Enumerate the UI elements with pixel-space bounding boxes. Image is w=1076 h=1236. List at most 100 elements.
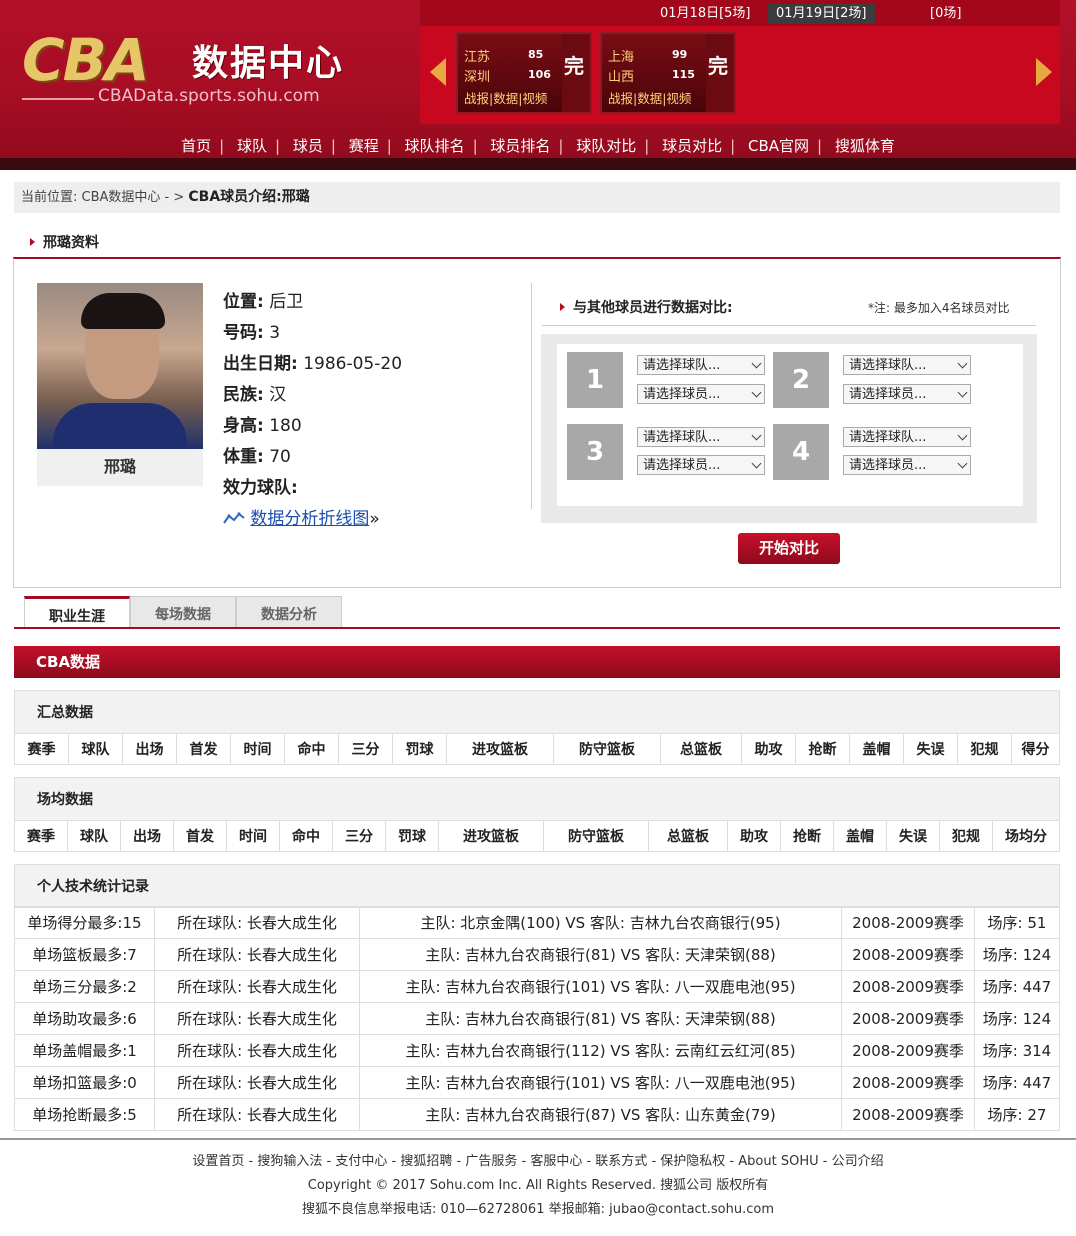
tab-per-game[interactable]: 每场数据 xyxy=(130,596,236,628)
footer-link[interactable]: 广告服务 xyxy=(465,1154,517,1169)
chevron-down-icon xyxy=(751,387,762,398)
footer-link[interactable]: 支付中心 xyxy=(335,1154,387,1169)
logo-cba-text: CBA xyxy=(22,26,150,94)
nav-schedule[interactable]: 赛程 xyxy=(349,137,379,155)
info-position: 位置: 后卫 xyxy=(223,287,402,318)
average-header-table: 赛季 球队 出场 首发 时间 命中 三分 罚球 进攻篮板 防守篮板 总篮板 助攻… xyxy=(14,820,1060,852)
records-title: 个人技术统计记录 xyxy=(14,864,1060,908)
footer-link[interactable]: About SOHU xyxy=(738,1154,818,1169)
nav-cba-official[interactable]: CBA官网 xyxy=(748,137,809,155)
col-header: 出场 xyxy=(122,733,177,765)
info-label: 位置: xyxy=(223,292,264,312)
profile-divider xyxy=(531,283,532,509)
footer-link[interactable]: 搜狐招聘 xyxy=(400,1154,452,1169)
table-header-row: 赛季 球队 出场 首发 时间 命中 三分 罚球 进攻篮板 防守篮板 总篮板 助攻… xyxy=(14,820,1060,852)
compare-panel: 1 请选择球队... 请选择球员... 2 请选择球队... 请选择球员... … xyxy=(541,334,1037,523)
breadcrumb-prefix[interactable]: 当前位置: CBA数据中心 - > xyxy=(14,190,188,205)
date-tab-0119[interactable]: 01月19日[2场] xyxy=(768,4,875,24)
data-analysis-chart-link[interactable]: 数据分析折线图 xyxy=(250,509,369,529)
game-status: 完 xyxy=(564,54,584,78)
breadcrumb-current: CBA球员介绍:邢璐 xyxy=(188,189,310,205)
slot4-team-select[interactable]: 请选择球队... xyxy=(843,427,971,447)
record-game: 主队: 吉林九台农商银行(81) VS 客队: 天津荣钢(88) xyxy=(359,1002,842,1035)
info-birthdate: 出生日期: 1986-05-20 xyxy=(223,349,402,380)
info-label: 出生日期: xyxy=(223,354,298,374)
tab-career[interactable]: 职业生涯 xyxy=(24,596,130,628)
slot2-team-select[interactable]: 请选择球队... xyxy=(843,355,971,375)
game-card-2[interactable]: 上海 99 山西 115 完 战报|数据|视频 xyxy=(600,32,736,114)
profile-section-label: 邢璐资料 xyxy=(43,235,99,251)
nav-team-compare[interactable]: 球队对比 xyxy=(576,137,636,155)
summary-title: 汇总数据 xyxy=(14,690,1060,734)
site-footer: 设置首页 - 搜狗输入法 - 支付中心 - 搜狐招聘 - 广告服务 - 客服中心… xyxy=(0,1150,1076,1222)
footer-link[interactable]: 客服中心 xyxy=(530,1154,582,1169)
select-text: 请选择球员... xyxy=(643,387,721,402)
nav-sep: | xyxy=(730,137,736,155)
select-text: 请选择球队... xyxy=(643,430,721,445)
date-tab-next[interactable]: [0场] xyxy=(922,4,969,24)
footer-link[interactable]: 联系方式 xyxy=(595,1154,647,1169)
col-header: 失误 xyxy=(886,820,940,852)
nav-sohu-sports[interactable]: 搜狐体育 xyxy=(835,137,895,155)
col-header: 罚球 xyxy=(385,820,439,852)
nav-team-ranking[interactable]: 球队排名 xyxy=(405,137,465,155)
profile-section-title: 邢璐资料 xyxy=(30,232,99,252)
footer-report: 搜狐不良信息举报电话: 010—62728061 举报邮箱: jubao@con… xyxy=(301,1202,775,1217)
date-tab-0118[interactable]: 01月18日[5场] xyxy=(652,4,759,24)
start-compare-button[interactable]: 开始对比 xyxy=(738,533,840,564)
select-text: 请选择球员... xyxy=(849,387,927,402)
col-header: 犯规 xyxy=(939,820,993,852)
info-height: 身高: 180 xyxy=(223,411,402,442)
footer-sep: - xyxy=(517,1154,531,1169)
slot4-player-select[interactable]: 请选择球员... xyxy=(843,455,971,475)
game-score1: 99 xyxy=(672,48,688,61)
nav-players[interactable]: 球员 xyxy=(293,137,323,155)
select-text: 请选择球员... xyxy=(849,458,927,473)
footer-link[interactable]: 搜狗输入法 xyxy=(257,1154,322,1169)
record-team: 所在球队: 长春大成生化 xyxy=(154,1098,360,1131)
compare-divider xyxy=(542,325,1036,326)
record-game: 主队: 吉林九台农商银行(87) VS 客队: 山东黄金(79) xyxy=(359,1098,842,1131)
game-links[interactable]: 战报|数据|视频 xyxy=(464,88,547,107)
select-text: 请选择球队... xyxy=(849,358,927,373)
record-game: 主队: 吉林九台农商银行(81) VS 客队: 天津荣钢(88) xyxy=(359,938,842,971)
table-row: 单场得分最多:15 所在球队: 长春大成生化 主队: 北京金隅(100) VS 客队… xyxy=(14,906,1060,939)
nav-home[interactable]: 首页 xyxy=(181,137,211,155)
player-info: 位置: 后卫 号码: 3 出生日期: 1986-05-20 民族: 汉 身高: … xyxy=(223,287,402,535)
col-header: 抢断 xyxy=(780,820,834,852)
game-card-1[interactable]: 江苏 85 深圳 106 完 战报|数据|视频 xyxy=(456,32,592,114)
scroll-right-arrow-icon[interactable] xyxy=(1036,58,1052,86)
record-stat: 单场盖帽最多:1 xyxy=(14,1034,155,1067)
footer-link[interactable]: 保护隐私权 xyxy=(660,1154,725,1169)
line-chart-icon xyxy=(223,512,245,524)
nav-player-ranking[interactable]: 球员排名 xyxy=(490,137,550,155)
cba-logo[interactable]: CBA 数据中心 CBAData.sports.sohu.com xyxy=(22,26,422,116)
scroll-left-arrow-icon[interactable] xyxy=(430,58,446,86)
slot1-player-select[interactable]: 请选择球员... xyxy=(637,384,765,404)
slot2-player-select[interactable]: 请选择球员... xyxy=(843,384,971,404)
nav-sep: | xyxy=(274,137,281,155)
record-order: 场序: 51 xyxy=(974,906,1060,939)
record-season: 2008-2009赛季 xyxy=(841,1098,975,1131)
footer-link[interactable]: 公司介绍 xyxy=(832,1154,884,1169)
slot3-player-select[interactable]: 请选择球员... xyxy=(637,455,765,475)
nav-teams[interactable]: 球队 xyxy=(237,137,267,155)
nav-sep: | xyxy=(330,137,336,155)
records-table: 单场得分最多:15 所在球队: 长春大成生化 主队: 北京金隅(100) VS 客队… xyxy=(14,906,1060,1131)
game-links[interactable]: 战报|数据|视频 xyxy=(608,88,691,107)
info-value: 70 xyxy=(269,447,291,467)
info-number: 号码: 3 xyxy=(223,318,402,349)
info-label: 号码: xyxy=(223,323,264,343)
footer-link[interactable]: 设置首页 xyxy=(192,1154,244,1169)
chevron-down-icon xyxy=(751,458,762,469)
col-header: 防守篮板 xyxy=(553,733,661,765)
average-title: 场均数据 xyxy=(14,777,1060,821)
slot3-team-select[interactable]: 请选择球队... xyxy=(637,427,765,447)
slot1-team-select[interactable]: 请选择球队... xyxy=(637,355,765,375)
chevron-down-icon xyxy=(957,387,968,398)
tab-analysis[interactable]: 数据分析 xyxy=(236,596,342,628)
photo-shirt xyxy=(53,403,187,449)
compare-slots: 1 请选择球队... 请选择球员... 2 请选择球队... 请选择球员... … xyxy=(557,344,1023,506)
nav-player-compare[interactable]: 球员对比 xyxy=(662,137,722,155)
slot-number-4: 4 xyxy=(773,424,829,480)
